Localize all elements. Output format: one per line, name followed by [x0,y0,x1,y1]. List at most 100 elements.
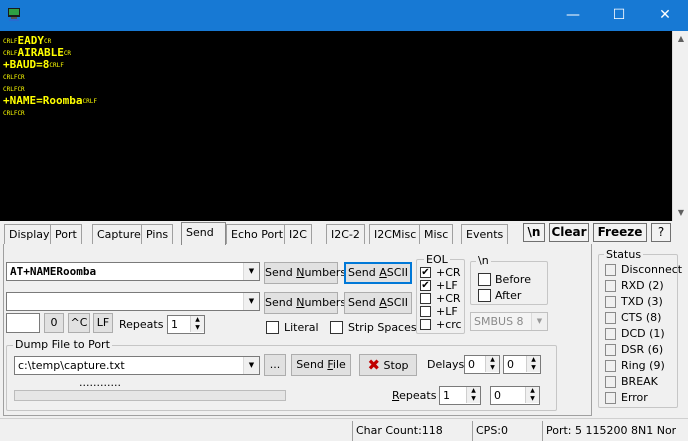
newline-group-title: \n [476,254,491,267]
chevron-down-icon[interactable]: ▼ [531,313,547,330]
after-label: After [495,289,522,302]
control-chars-pre: CRLFCR [3,110,25,117]
spin-down-icon[interactable]: ▼ [466,395,480,403]
literal-checkbox[interactable] [266,321,279,334]
title-bar: — ☐ ✕ [0,0,688,31]
send-line-2-combo[interactable]: ▼ [6,292,260,311]
tab-i2c[interactable]: I2C [284,224,312,244]
send-line-1-combo[interactable]: AT+NAMERoomba ▼ [6,262,260,281]
tab-events[interactable]: Events [461,224,509,244]
status-led[interactable] [605,312,616,324]
status-led[interactable] [605,280,616,292]
tab-send[interactable]: Send [181,222,226,245]
zero-button[interactable]: 0 [44,313,64,333]
progress-text: ............ [79,376,121,389]
eol-label: +LF [436,305,458,318]
strip-spaces-checkbox[interactable] [330,321,343,334]
byte-input[interactable] [6,313,40,333]
eol-label: +CR [436,266,461,279]
send-file-button[interactable]: Send File [291,354,351,376]
terminal-line: CRLFCR [3,107,25,120]
after-checkbox[interactable] [478,289,491,302]
minimize-button[interactable]: — [550,0,596,31]
tab-i2c-2[interactable]: I2C-2 [326,224,365,244]
browse-button[interactable]: ... [264,354,286,376]
status-label: Disconnect [621,263,683,276]
spin-up-icon[interactable]: ▲ [526,356,540,364]
terminal-output[interactable]: CRLFEADYCR CRLFAIRABLECR +BAUD=8CRLF CRLFCR… [0,31,672,221]
dump-repeats-1-spinner[interactable]: 1 ▲ ▼ [439,386,481,405]
tab-i2cmisc[interactable]: I2CMisc [369,224,422,244]
lf-button[interactable]: LF [93,313,113,333]
clear-button[interactable]: Clear [549,223,589,242]
chevron-down-icon[interactable]: ▼ [243,293,259,310]
status-led[interactable] [605,392,616,404]
status-label: DSR (6) [621,343,664,356]
freeze-button[interactable]: Freeze [593,223,647,242]
spin-down-icon[interactable]: ▼ [485,364,499,372]
eol-checkbox[interactable] [420,319,431,330]
delay-1-spinner[interactable]: 0 ▲ ▼ [464,355,500,374]
scroll-down-icon[interactable]: ▼ [673,205,688,221]
control-chars-pre: CRLF [3,50,18,57]
status-label: Error [621,391,648,404]
port-settings: Port: 5 115200 8N1 Non [542,421,676,441]
control-chars-pre: CRLF [3,38,18,45]
eol-label: +LF [436,279,458,292]
send-ascii-button-1[interactable]: Send ASCII [344,262,412,284]
dump-repeats-label: Repeats [392,389,437,402]
dump-file-path-combo[interactable]: c:\temp\capture.txt ▼ [14,356,260,375]
control-chars-pre: CRLFCR [3,86,25,93]
delay-2-spinner[interactable]: 0 ▲ ▼ [503,355,541,374]
status-label: Ring (9) [621,359,665,372]
terminal-text: +NAME=Roomba [3,94,83,107]
spin-up-icon[interactable]: ▲ [466,387,480,395]
maximize-button[interactable]: ☐ [596,0,642,31]
tab-display[interactable]: Display [4,224,55,244]
newline-toggle-button[interactable]: \n [523,223,545,242]
repeats-spinner[interactable]: 1 ▲ ▼ [167,315,205,334]
cps-readout: CPS:0 [472,421,540,441]
status-led[interactable] [605,296,616,308]
status-led[interactable] [605,264,616,276]
tab-echo-port[interactable]: Echo Port [226,224,289,244]
send-numbers-button-2[interactable]: Send Numbers [264,292,346,314]
close-button[interactable]: ✕ [642,0,688,31]
chevron-down-icon[interactable]: ▼ [243,263,259,280]
eol-label: +crc [436,318,462,331]
status-bar: Char Count:118 CPS:0 Port: 5 115200 8N1 … [0,418,688,441]
status-led[interactable] [605,376,616,388]
tab-port[interactable]: Port [50,224,82,244]
tab-capture[interactable]: Capture [92,224,146,244]
scroll-up-icon[interactable]: ▲ [673,31,688,47]
eol-checkbox[interactable] [420,293,431,304]
before-checkbox[interactable] [478,273,491,286]
spin-up-icon[interactable]: ▲ [190,316,204,324]
status-led[interactable] [605,328,616,340]
spin-up-icon[interactable]: ▲ [525,387,539,395]
spin-down-icon[interactable]: ▼ [190,324,204,332]
send-ascii-button-2[interactable]: Send ASCII [344,292,412,314]
char-count: Char Count:118 [352,421,470,441]
control-chars-post: CR [63,50,72,57]
ctrl-c-button[interactable]: ^C [68,313,90,333]
terminal-scrollbar[interactable]: ▲ ▼ [672,31,688,221]
spin-down-icon[interactable]: ▼ [525,395,539,403]
send-numbers-button-1[interactable]: Send Numbers [264,262,346,284]
tab-pins[interactable]: Pins [141,224,174,244]
smbus-select[interactable]: SMBUS 8 ▼ [470,312,548,331]
tab-misc[interactable]: Misc [419,224,454,244]
chevron-down-icon[interactable]: ▼ [243,357,259,374]
eol-checkbox[interactable] [420,306,431,317]
help-button[interactable]: ? [651,223,671,242]
eol-checkbox[interactable]: ✔ [420,267,431,278]
status-led[interactable] [605,360,616,372]
spin-down-icon[interactable]: ▼ [526,364,540,372]
status-led[interactable] [605,344,616,356]
dump-repeats-2-spinner[interactable]: 0 ▲ ▼ [490,386,540,405]
spin-up-icon[interactable]: ▲ [485,356,499,364]
strip-spaces-label: Strip Spaces [348,321,417,334]
eol-checkbox[interactable]: ✔ [420,280,431,291]
stop-button[interactable]: ✖ Stop [359,354,417,376]
status-title: Status [604,248,644,261]
